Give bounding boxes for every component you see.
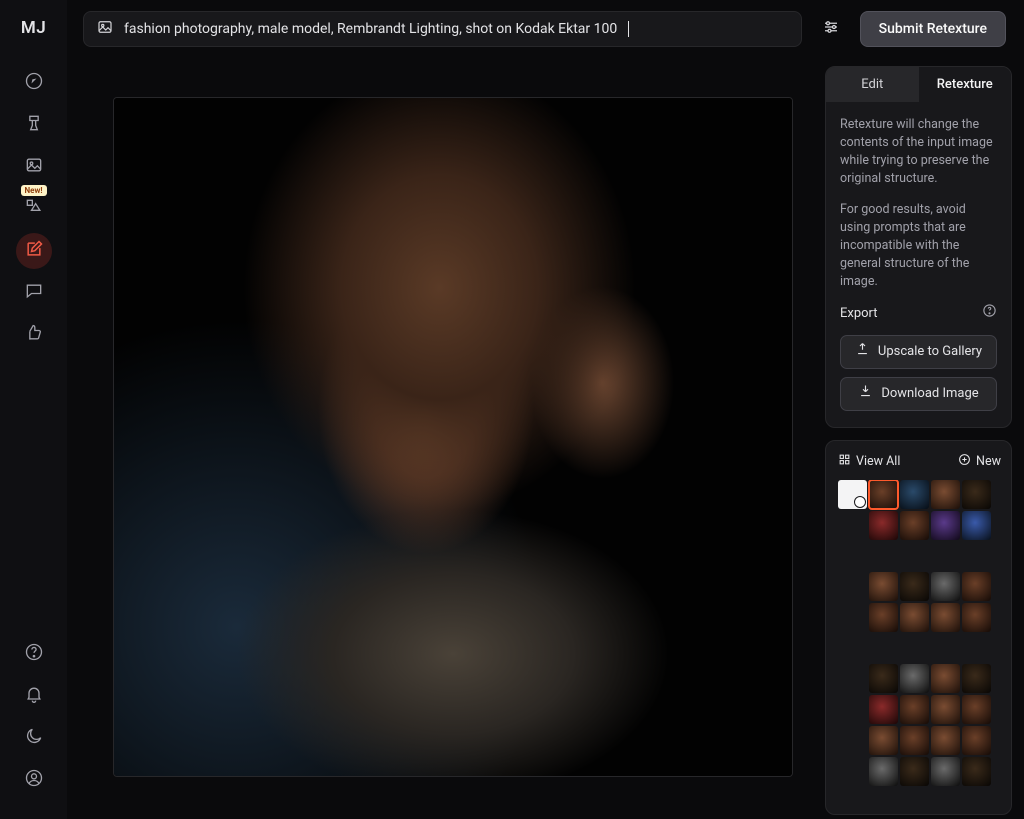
gallery-thumb[interactable] — [931, 572, 960, 601]
canvas — [113, 97, 793, 777]
grid-icon — [838, 453, 851, 470]
image-icon — [24, 155, 44, 179]
download-icon — [858, 383, 873, 405]
gallery-thumb[interactable] — [962, 572, 991, 601]
gallery-thumb[interactable] — [900, 603, 929, 632]
plus-circle-icon — [958, 453, 971, 470]
export-title: Export — [840, 305, 878, 324]
new-label: New — [976, 454, 1001, 469]
gallery-thumb[interactable] — [931, 511, 960, 540]
gallery-thumb[interactable] — [931, 757, 960, 786]
gallery-thumb[interactable] — [931, 603, 960, 632]
tool-body: Retexture will change the contents of th… — [826, 102, 1011, 427]
nav-create[interactable] — [16, 107, 52, 143]
nav-rate[interactable] — [16, 317, 52, 353]
gallery-thumb[interactable] — [869, 603, 898, 632]
gallery-thumb[interactable] — [931, 664, 960, 693]
gallery-thumb[interactable] — [869, 726, 898, 755]
download-button[interactable]: Download Image — [840, 377, 997, 411]
upscale-label: Upscale to Gallery — [878, 343, 982, 362]
gallery-thumb[interactable] — [962, 757, 991, 786]
gallery-thumb[interactable] — [962, 480, 991, 509]
nav-images[interactable] — [16, 149, 52, 185]
right-panel: Edit Retexture Retexture will change the… — [825, 66, 1012, 815]
gallery-thumb[interactable] — [869, 480, 898, 509]
gallery-thumb[interactable] — [900, 757, 929, 786]
new-button[interactable]: New — [958, 453, 1001, 470]
nav-help[interactable] — [16, 636, 52, 672]
nav-notifications[interactable] — [16, 678, 52, 714]
gallery-group — [838, 664, 997, 786]
gallery-thumb[interactable] — [900, 511, 929, 540]
prompt-input[interactable]: fashion photography, male model, Rembran… — [83, 11, 802, 47]
tab-retexture[interactable]: Retexture — [919, 67, 1012, 102]
upscale-button[interactable]: Upscale to Gallery — [840, 335, 997, 369]
export-header: Export — [840, 303, 997, 335]
gallery-card: View All New — [825, 440, 1012, 815]
thumbs-up-icon — [24, 323, 44, 347]
upscale-icon — [855, 341, 870, 363]
tool-tabs: Edit Retexture — [826, 67, 1011, 102]
prompt-text: fashion photography, male model, Rembran… — [124, 21, 617, 37]
view-all-label: View All — [856, 454, 900, 469]
shapes-icon — [24, 197, 44, 221]
gallery-thumb[interactable] — [869, 664, 898, 693]
gallery-thumb[interactable] — [869, 511, 898, 540]
brush-icon — [24, 113, 44, 137]
nav-theme[interactable] — [16, 720, 52, 756]
compass-icon — [24, 71, 44, 95]
gallery-thumb[interactable] — [900, 480, 929, 509]
gallery-group — [838, 572, 997, 632]
gallery-thumb[interactable] — [900, 726, 929, 755]
gallery-thumb[interactable] — [869, 572, 898, 601]
nav-organize[interactable]: New! — [16, 191, 52, 227]
bell-icon — [24, 684, 44, 708]
image-icon — [96, 18, 114, 40]
help-icon — [24, 642, 44, 666]
download-label: Download Image — [881, 385, 978, 404]
help-icon[interactable] — [982, 303, 997, 325]
gallery-thumb[interactable] — [962, 726, 991, 755]
view-all-button[interactable]: View All — [838, 453, 900, 470]
text-caret — [628, 21, 629, 37]
sidebar: MJ New! — [0, 0, 67, 819]
gallery-thumb[interactable] — [931, 726, 960, 755]
moon-icon — [24, 726, 44, 750]
info-paragraph-1: Retexture will change the contents of th… — [840, 116, 997, 189]
gallery-group — [838, 480, 997, 540]
nav-edit[interactable] — [16, 233, 52, 269]
gallery-thumb[interactable] — [900, 695, 929, 724]
logo[interactable]: MJ — [21, 18, 46, 38]
new-badge: New! — [20, 185, 46, 196]
gallery-thumb[interactable] — [962, 695, 991, 724]
gallery-header: View All New — [838, 453, 1001, 470]
nav-account[interactable] — [16, 762, 52, 798]
nav-chat[interactable] — [16, 275, 52, 311]
gallery-thumb[interactable] — [900, 664, 929, 693]
topbar: fashion photography, male model, Rembran… — [83, 11, 1006, 47]
gallery-thumb[interactable] — [869, 695, 898, 724]
gallery-scroll[interactable] — [838, 480, 1001, 802]
gallery-thumb[interactable] — [962, 511, 991, 540]
gallery-thumb[interactable] — [869, 757, 898, 786]
source-thumb[interactable] — [838, 480, 867, 509]
user-icon — [24, 768, 44, 792]
chat-icon — [24, 281, 44, 305]
nav-explore[interactable] — [16, 65, 52, 101]
pencil-square-icon — [24, 239, 44, 263]
info-paragraph-2: For good results, avoid using prompts th… — [840, 201, 997, 292]
gallery-thumb[interactable] — [962, 603, 991, 632]
tool-card: Edit Retexture Retexture will change the… — [825, 66, 1012, 428]
tab-edit[interactable]: Edit — [826, 67, 919, 102]
gallery-thumb[interactable] — [962, 664, 991, 693]
sliders-icon — [822, 18, 840, 40]
gallery-thumb[interactable] — [931, 480, 960, 509]
settings-button[interactable] — [814, 12, 848, 46]
gallery-thumb[interactable] — [900, 572, 929, 601]
canvas-image[interactable] — [114, 98, 792, 776]
gallery-thumb[interactable] — [931, 695, 960, 724]
submit-retexture-button[interactable]: Submit Retexture — [860, 11, 1006, 47]
